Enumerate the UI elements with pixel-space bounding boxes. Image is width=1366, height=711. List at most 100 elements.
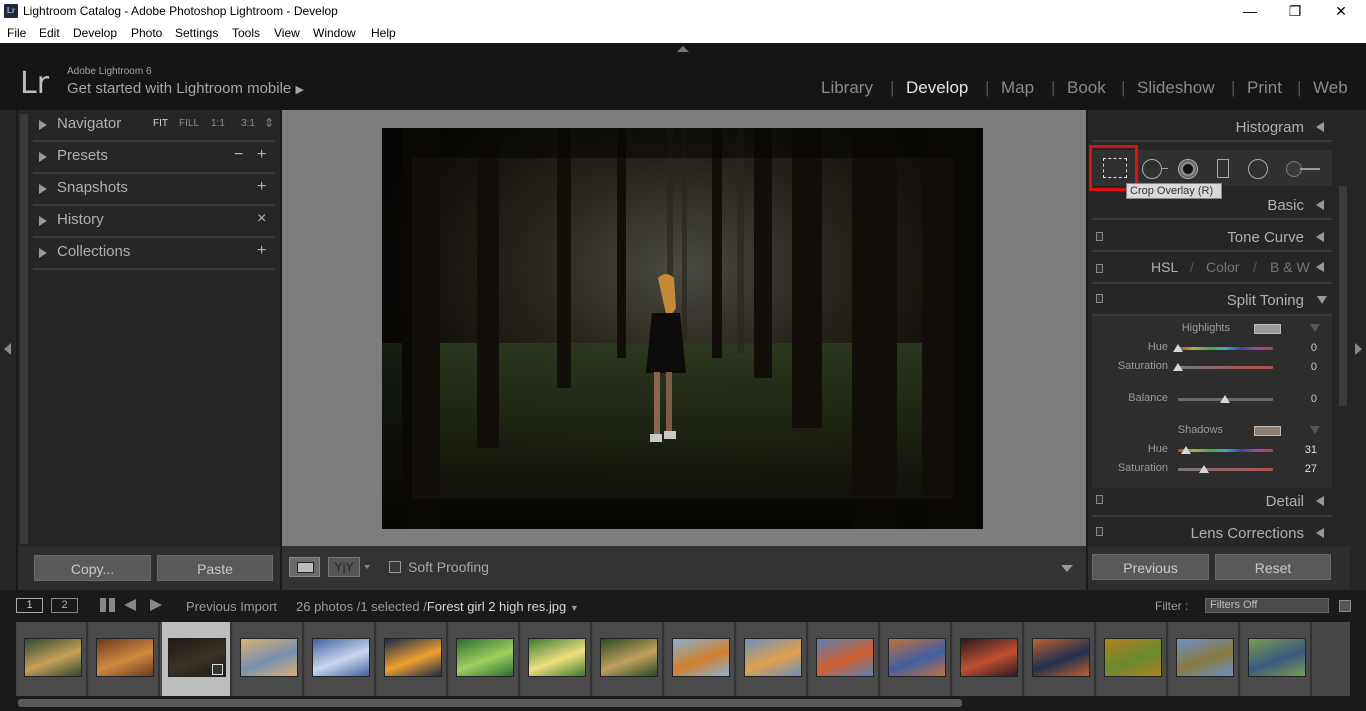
- navigator-panel-header[interactable]: Navigator FIT FILL 1:1 3:1 ⇕: [33, 110, 275, 142]
- menu-settings[interactable]: Settings: [175, 26, 218, 40]
- filmstrip-thumbnail[interactable]: [816, 638, 874, 677]
- filmstrip-thumbnail[interactable]: [744, 638, 802, 677]
- tone-curve-panel-header[interactable]: Tone Curve: [1092, 222, 1332, 252]
- menu-edit[interactable]: Edit: [39, 26, 60, 40]
- balance-thumb[interactable]: [1220, 395, 1230, 403]
- module-develop[interactable]: Develop: [906, 78, 968, 98]
- graduated-filter-icon[interactable]: [1217, 159, 1229, 178]
- detail-panel-header[interactable]: Detail: [1092, 487, 1332, 517]
- history-panel-header[interactable]: History ×: [33, 206, 275, 238]
- menu-develop[interactable]: Develop: [73, 26, 117, 40]
- zoom-fit[interactable]: FIT: [153, 118, 168, 129]
- restore-button[interactable]: ❐: [1272, 0, 1318, 23]
- filter-select[interactable]: Filters Off: [1205, 598, 1329, 613]
- zoom-3-1[interactable]: 3:1: [241, 118, 255, 129]
- panel-switch-icon[interactable]: [1096, 232, 1103, 241]
- menu-file[interactable]: File: [7, 26, 26, 40]
- presets-panel-header[interactable]: Presets − +: [33, 142, 275, 174]
- module-book[interactable]: Book: [1067, 78, 1106, 98]
- hsl-tab[interactable]: HSL: [1151, 259, 1178, 275]
- filmstrip-thumbnail[interactable]: [456, 638, 514, 677]
- filter-lock-icon[interactable]: [1339, 600, 1351, 612]
- back-arrow-icon[interactable]: [124, 599, 136, 611]
- snapshots-panel-header[interactable]: Snapshots +: [33, 174, 275, 206]
- paste-button[interactable]: Paste: [157, 555, 273, 581]
- color-tab[interactable]: Color: [1206, 259, 1239, 275]
- basic-panel-header[interactable]: Basic: [1092, 190, 1332, 220]
- filmstrip-thumbnail[interactable]: [960, 638, 1018, 677]
- module-web[interactable]: Web: [1313, 78, 1348, 98]
- shadows-color-swatch[interactable]: [1254, 426, 1281, 436]
- filmstrip-thumbnail[interactable]: [384, 638, 442, 677]
- top-panel-toggle-icon[interactable]: [677, 46, 689, 52]
- shadows-hue-slider[interactable]: [1178, 449, 1273, 452]
- reset-button[interactable]: Reset: [1215, 554, 1331, 580]
- minimize-button[interactable]: —: [1227, 0, 1273, 23]
- filmstrip-thumbnail[interactable]: [1032, 638, 1090, 677]
- balance-value[interactable]: 0: [1297, 393, 1317, 405]
- filmstrip-thumbnail[interactable]: [1176, 638, 1234, 677]
- menu-tools[interactable]: Tools: [232, 26, 260, 40]
- soft-proofing-checkbox[interactable]: [389, 561, 401, 573]
- filmstrip-thumbnail[interactable]: [96, 638, 154, 677]
- filmstrip-info[interactable]: 26 photos /1 selected /Forest girl 2 hig…: [296, 599, 579, 614]
- filmstrip-thumbnail[interactable]: [24, 638, 82, 677]
- add-snapshot-icon[interactable]: +: [257, 178, 266, 196]
- filmstrip-thumbnail[interactable]: [312, 638, 370, 677]
- add-collection-icon[interactable]: +: [257, 242, 266, 260]
- toolbar-menu-icon[interactable]: [1061, 565, 1073, 572]
- filmstrip-thumbnail[interactable]: [1104, 638, 1162, 677]
- highlights-hue-thumb[interactable]: [1173, 344, 1183, 352]
- previous-button[interactable]: Previous: [1092, 554, 1209, 580]
- hsl-panel-header[interactable]: HSL / Color / B & W: [1092, 254, 1332, 284]
- shadows-saturation-slider[interactable]: [1178, 468, 1273, 471]
- loupe-view-button[interactable]: [289, 557, 320, 577]
- menu-view[interactable]: View: [274, 26, 300, 40]
- highlights-color-swatch[interactable]: [1254, 324, 1281, 334]
- panel-switch-icon[interactable]: [1096, 294, 1103, 303]
- menu-help[interactable]: Help: [371, 26, 396, 40]
- close-button[interactable]: ✕: [1318, 0, 1364, 23]
- filmstrip-thumbnail[interactable]: [672, 638, 730, 677]
- zoom-fill[interactable]: FILL: [179, 118, 199, 129]
- filmstrip-source[interactable]: Previous Import: [186, 599, 277, 614]
- highlights-saturation-value[interactable]: 0: [1297, 361, 1317, 373]
- right-panel-toggle-icon[interactable]: [1355, 343, 1362, 355]
- shadows-saturation-thumb[interactable]: [1198, 465, 1209, 473]
- copy-button[interactable]: Copy...: [34, 555, 151, 581]
- panel-switch-icon[interactable]: [1096, 495, 1103, 504]
- shadows-picker-icon[interactable]: [1310, 426, 1320, 434]
- lens-corrections-panel-header[interactable]: Lens Corrections: [1092, 519, 1332, 549]
- main-window-button[interactable]: 1: [16, 598, 43, 613]
- module-library[interactable]: Library: [821, 78, 873, 98]
- lightroom-mobile-link[interactable]: Get started with Lightroom mobile ▶: [67, 80, 304, 97]
- zoom-1-1[interactable]: 1:1: [211, 118, 225, 129]
- remove-preset-icon[interactable]: −: [234, 146, 243, 164]
- bw-tab[interactable]: B & W: [1270, 259, 1310, 275]
- highlights-picker-icon[interactable]: [1310, 324, 1320, 332]
- shadows-saturation-value[interactable]: 27: [1297, 463, 1317, 475]
- red-eye-icon[interactable]: [1178, 159, 1198, 179]
- add-preset-icon[interactable]: +: [257, 146, 266, 164]
- menu-window[interactable]: Window: [313, 26, 356, 40]
- module-print[interactable]: Print: [1247, 78, 1282, 98]
- right-panel-scrollbar[interactable]: [1339, 186, 1347, 406]
- filmstrip-scrollbar[interactable]: [18, 699, 962, 707]
- split-toning-panel-header[interactable]: Split Toning: [1092, 286, 1332, 316]
- module-slideshow[interactable]: Slideshow: [1137, 78, 1215, 98]
- highlights-hue-value[interactable]: 0: [1297, 342, 1317, 354]
- before-after-button[interactable]: Y|Y: [328, 557, 360, 577]
- shadows-hue-value[interactable]: 31: [1297, 444, 1317, 456]
- spot-removal-icon[interactable]: [1142, 159, 1162, 179]
- module-map[interactable]: Map: [1001, 78, 1034, 98]
- collections-panel-header[interactable]: Collections +: [33, 238, 275, 270]
- histogram-panel-header[interactable]: Histogram: [1092, 112, 1332, 142]
- filmstrip-thumbnail[interactable]: [1248, 638, 1306, 677]
- filmstrip-thumbnail[interactable]: [888, 638, 946, 677]
- forward-arrow-icon[interactable]: [150, 599, 162, 611]
- panel-switch-icon[interactable]: [1096, 527, 1103, 536]
- highlights-saturation-thumb[interactable]: [1173, 363, 1183, 371]
- secondary-window-button[interactable]: 2: [51, 598, 78, 613]
- left-panel-scrollbar[interactable]: [20, 114, 28, 544]
- filmstrip-thumbnail[interactable]: [600, 638, 658, 677]
